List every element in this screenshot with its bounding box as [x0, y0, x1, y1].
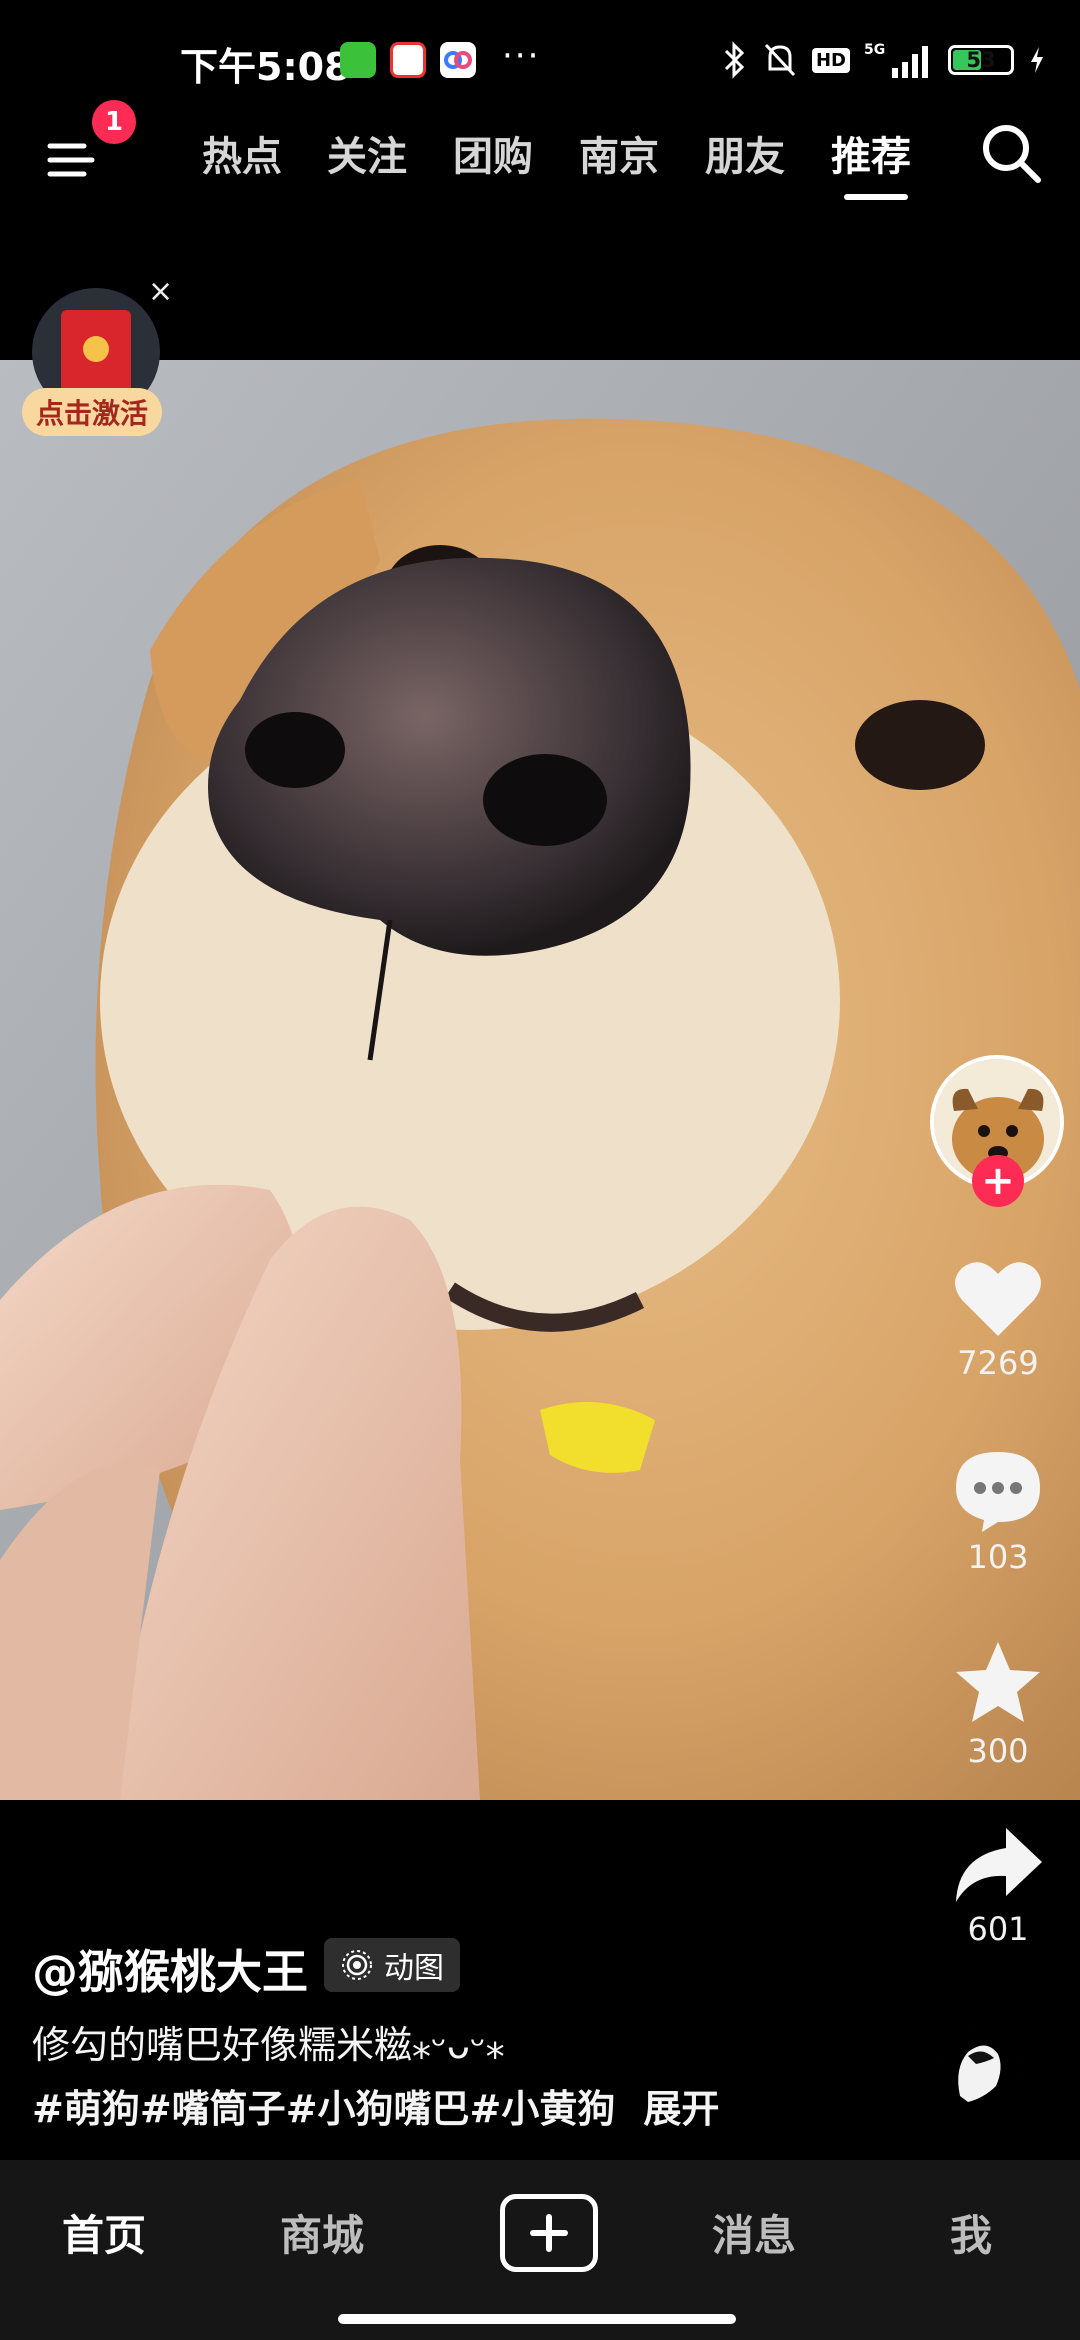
- video-player[interactable]: [0, 360, 1080, 1800]
- share-arrow-icon: [956, 1828, 1042, 1902]
- hd-badge: HD: [811, 47, 850, 73]
- hashtag[interactable]: #小狗嘴巴: [286, 2078, 470, 2133]
- bottom-nav: 首页 商城 消息 我: [0, 2160, 1080, 2340]
- signal-icon: 5G: [864, 42, 928, 78]
- search-icon: [983, 125, 1041, 183]
- post-description: 修勾的嘴巴好像糯米糍⁎ᵕᴗᵕ⁎: [32, 2023, 505, 2067]
- follow-button[interactable]: +: [972, 1155, 1024, 1207]
- plus-icon: [530, 2214, 568, 2252]
- live-photo-icon: [342, 1950, 372, 1980]
- music-cover-icon: [938, 2028, 1018, 2108]
- home-indicator[interactable]: [338, 2314, 736, 2324]
- network-label: 5G: [864, 42, 885, 58]
- expand-button[interactable]: 展开: [643, 2078, 719, 2133]
- nav-mall[interactable]: 商城: [280, 2202, 364, 2263]
- star-icon: [956, 1642, 1040, 1722]
- battery-indicator: 53: [948, 45, 1014, 75]
- heart-icon: [955, 1262, 1041, 1336]
- red-packet-label: 点击激活: [22, 388, 162, 436]
- hashtag[interactable]: #小黄狗: [470, 2078, 616, 2133]
- hashtag-row: #萌狗 #嘴筒子 #小狗嘴巴 #小黄狗 展开: [32, 2078, 719, 2133]
- status-bar: 下午5:08 ··· HD 5G 53: [0, 0, 1080, 120]
- red-packet-close-button[interactable]: ×: [148, 274, 173, 309]
- red-envelope-icon: [61, 310, 131, 394]
- author-avatar-button[interactable]: +: [930, 1055, 1064, 1207]
- notification-app-icon-1: [340, 42, 376, 78]
- red-packet-widget[interactable]: 点击激活: [22, 288, 162, 448]
- favorite-button[interactable]: 300: [928, 1638, 1068, 1770]
- music-disc-avatar[interactable]: [938, 2028, 1018, 2108]
- hashtag[interactable]: #嘴筒子: [140, 2078, 286, 2133]
- comment-button[interactable]: 103: [928, 1448, 1068, 1576]
- battery-level: 53: [966, 48, 996, 72]
- mute-bell-icon: [764, 43, 796, 77]
- like-count: 7269: [957, 1344, 1039, 1382]
- nav-messages[interactable]: 消息: [712, 2202, 796, 2263]
- animated-image-badge: 动图: [324, 1938, 460, 1992]
- dog-video-frame: [0, 360, 1080, 1800]
- bluetooth-icon: [724, 41, 745, 79]
- author-name[interactable]: @猕猴桃大王: [32, 1936, 308, 2002]
- active-tab-indicator: [844, 194, 908, 200]
- search-button[interactable]: [976, 118, 1046, 188]
- nav-home[interactable]: 首页: [62, 2202, 146, 2263]
- tab-nanjing[interactable]: 南京: [579, 124, 659, 182]
- charging-icon: [1031, 47, 1043, 73]
- notification-app-icon-2: [390, 42, 426, 78]
- comment-count: 103: [967, 1538, 1029, 1576]
- tab-group-buy[interactable]: 团购: [453, 124, 533, 182]
- status-right: HD 5G 53: [722, 40, 1046, 80]
- menu-notification-badge: 1: [92, 100, 136, 144]
- share-button[interactable]: 601: [928, 1822, 1068, 1948]
- nav-me[interactable]: 我: [950, 2202, 992, 2263]
- create-post-button[interactable]: [500, 2194, 598, 2272]
- status-more: ···: [502, 36, 541, 76]
- tab-following[interactable]: 关注: [327, 124, 407, 182]
- animated-image-label: 动图: [384, 1951, 444, 1986]
- hashtag[interactable]: #萌狗: [32, 2078, 140, 2133]
- comment-icon: [956, 1452, 1040, 1532]
- status-time: 下午5:08: [180, 45, 351, 89]
- share-count: 601: [967, 1910, 1029, 1948]
- notification-app-icon-3: [440, 42, 476, 78]
- tab-recommend[interactable]: 推荐: [831, 124, 911, 182]
- favorite-count: 300: [967, 1732, 1029, 1770]
- top-nav: 热点 关注 团购 南京 朋友 推荐: [0, 110, 1080, 220]
- tab-hot[interactable]: 热点: [202, 124, 282, 182]
- like-button[interactable]: 7269: [928, 1256, 1068, 1382]
- tab-friends[interactable]: 朋友: [705, 124, 785, 182]
